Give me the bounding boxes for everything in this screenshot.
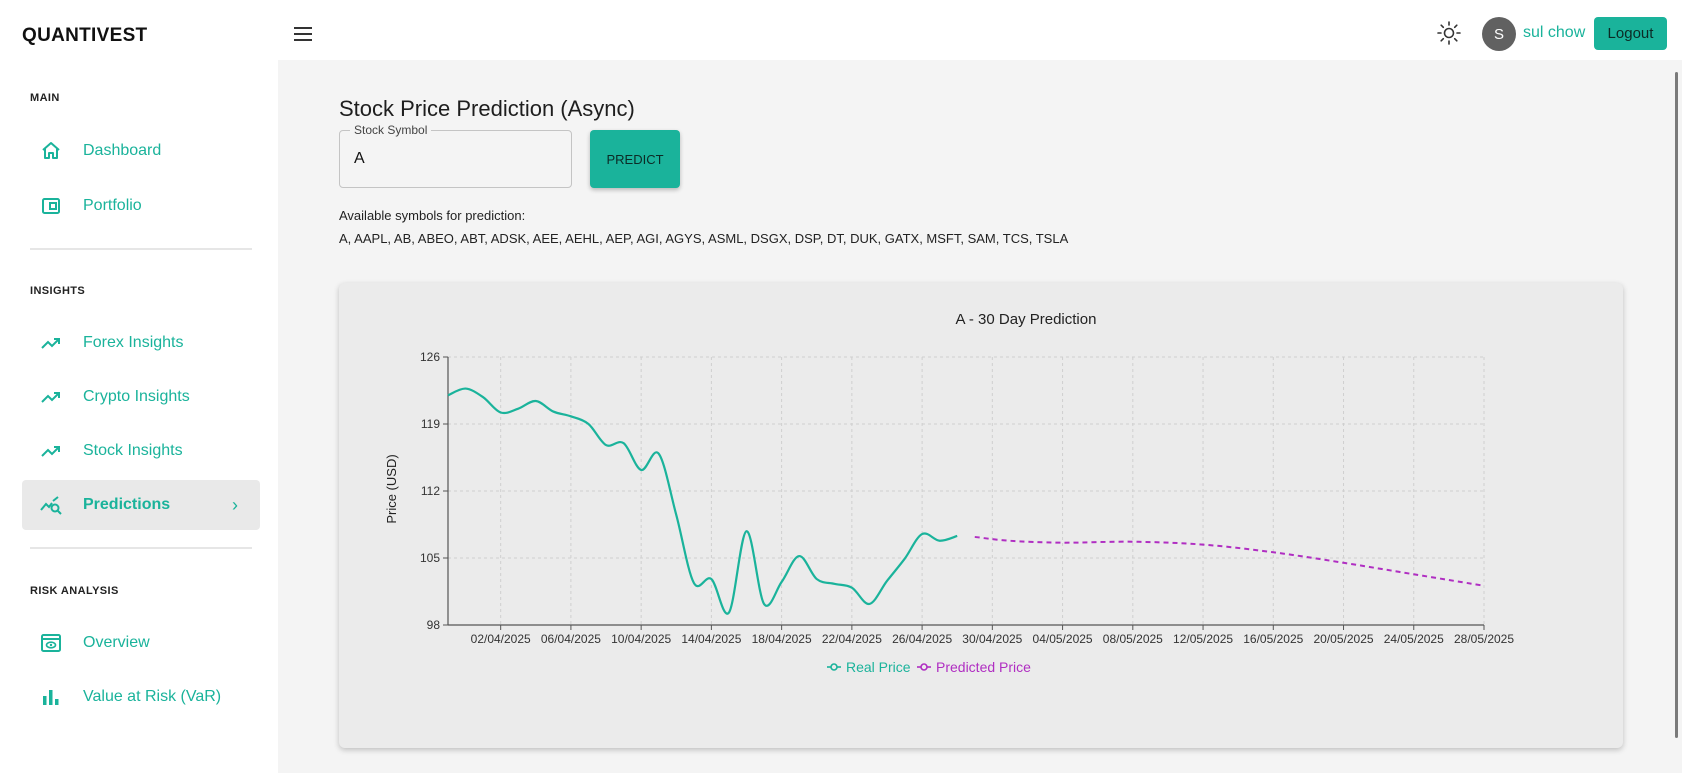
x-tick-label: 12/05/2025 — [1173, 632, 1233, 646]
legend-swatch-marker — [920, 663, 928, 671]
legend-real-price: Real Price — [846, 659, 911, 675]
scrollbar[interactable] — [1675, 72, 1678, 738]
y-axis-label: Price (USD) — [384, 454, 399, 523]
prediction-chart-card: A - 30 Day Prediction 98 105 112 119 126 02/04… — [339, 283, 1623, 748]
sidebar-item-forex-insights[interactable]: Forex Insights — [22, 318, 260, 368]
trending-up-icon — [41, 392, 60, 403]
main-content: Stock Price Prediction (Async) Stock Sym… — [278, 60, 1682, 773]
sidebar-item-label: Forex Insights — [83, 334, 184, 351]
stock-symbol-input[interactable] — [354, 147, 554, 171]
y-tick-label: 126 — [420, 350, 440, 364]
real-price-line — [447, 387, 958, 615]
divider — [30, 248, 252, 250]
menu-icon[interactable] — [292, 23, 314, 45]
sidebar-item-label: Portfolio — [83, 197, 142, 214]
section-label-risk-analysis: RISK ANALYSIS — [30, 585, 119, 597]
prediction-chart: A - 30 Day Prediction 98 105 112 119 126 02/04… — [384, 311, 1514, 675]
top-bar: QUANTIVEST S sul chow Logout — [0, 0, 1682, 65]
app-brand: QUANTIVEST — [22, 25, 148, 46]
avatar[interactable]: S — [1482, 17, 1516, 51]
x-tick-label: 28/05/2025 — [1454, 632, 1514, 646]
sun-icon[interactable] — [1436, 20, 1462, 46]
stock-symbol-label: Stock Symbol — [350, 123, 432, 137]
y-tick-label: 119 — [421, 417, 440, 431]
sidebar-item-label: Overview — [83, 634, 150, 651]
available-symbols-label: Available symbols for prediction: — [339, 208, 526, 223]
sidebar-item-predictions[interactable]: Predictions › — [22, 480, 260, 530]
x-tick-label: 24/05/2025 — [1384, 632, 1444, 646]
x-tick-label: 22/04/2025 — [822, 632, 882, 646]
chevron-right-icon: › — [232, 494, 238, 515]
wallet-icon — [42, 198, 60, 214]
sidebar-item-crypto-insights[interactable]: Crypto Insights — [22, 372, 260, 422]
sidebar-item-label: Stock Insights — [83, 442, 183, 459]
legend-predicted-price: Predicted Price — [936, 659, 1031, 675]
x-tick-label: 10/04/2025 — [611, 632, 671, 646]
y-tick-label: 98 — [427, 618, 441, 632]
logout-button[interactable]: Logout — [1594, 17, 1667, 50]
y-tick-label: 112 — [421, 484, 440, 498]
x-tick-label: 02/04/2025 — [471, 632, 531, 646]
home-icon — [42, 142, 60, 159]
divider — [30, 547, 252, 549]
trending-up-icon — [41, 338, 60, 349]
predicted-price-line — [974, 535, 1485, 587]
sidebar-item-label: Predictions — [83, 496, 171, 513]
x-tick-label: 08/05/2025 — [1103, 632, 1163, 646]
sidebar-item-label: Crypto Insights — [83, 388, 190, 405]
sidebar-item-stock-insights[interactable]: Stock Insights — [22, 426, 260, 476]
section-label-main: MAIN — [30, 92, 60, 104]
sidebar-item-value-at-risk[interactable]: Value at Risk (VaR) — [22, 672, 260, 722]
sidebar-item-label: Dashboard — [83, 142, 162, 159]
x-tick-label: 20/05/2025 — [1313, 632, 1373, 646]
x-tick-label: 04/05/2025 — [1033, 632, 1093, 646]
query-stats-icon — [40, 496, 62, 515]
sidebar-item-label: Value at Risk (VaR) — [83, 688, 222, 705]
username[interactable]: sul chow — [1523, 24, 1585, 42]
section-label-insights: INSIGHTS — [30, 285, 86, 297]
x-tick-label: 26/04/2025 — [892, 632, 952, 646]
sidebar-item-overview[interactable]: Overview — [22, 618, 260, 668]
x-tick-label: 30/04/2025 — [962, 632, 1022, 646]
x-tick-label: 16/05/2025 — [1243, 632, 1303, 646]
trending-up-icon — [41, 446, 60, 457]
stock-symbol-field[interactable]: Stock Symbol — [339, 123, 572, 188]
available-symbols-list: A, AAPL, AB, ABEO, ABT, ADSK, AEE, AEHL,… — [339, 231, 1069, 246]
chart-title: A - 30 Day Prediction — [956, 311, 1097, 328]
y-tick-label: 105 — [420, 551, 440, 565]
x-tick-label: 18/04/2025 — [752, 632, 812, 646]
predict-button[interactable]: PREDICT — [590, 130, 680, 188]
x-tick-label: 14/04/2025 — [681, 632, 741, 646]
legend-swatch-marker — [830, 663, 838, 671]
page-title: Stock Price Prediction (Async) — [339, 96, 635, 121]
sidebar-item-portfolio[interactable]: Portfolio — [22, 181, 260, 231]
sidebar-item-dashboard[interactable]: Dashboard — [22, 126, 260, 176]
x-tick-label: 06/04/2025 — [541, 632, 601, 646]
bar-chart-icon — [43, 690, 59, 705]
sidebar: MAIN Dashboard Portfolio INSIGHTS Forex … — [0, 65, 278, 773]
preview-icon — [41, 634, 61, 652]
